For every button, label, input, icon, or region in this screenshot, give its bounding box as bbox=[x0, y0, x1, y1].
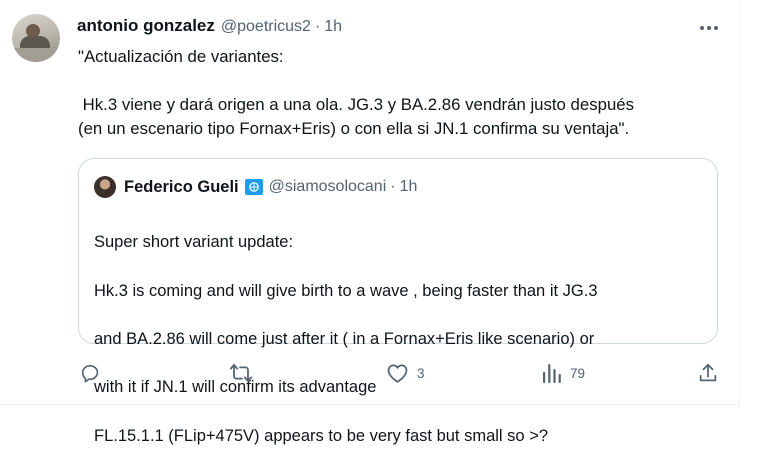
heart-icon bbox=[386, 362, 409, 384]
tweet-text: "Actualización de variantes: Hk.3 viene … bbox=[78, 47, 634, 138]
like-button[interactable]: 3 bbox=[386, 360, 425, 386]
author-name[interactable]: antonio gonzalez bbox=[77, 16, 215, 36]
header-separator: · bbox=[314, 18, 321, 35]
quote-timestamp: 1h bbox=[399, 178, 418, 195]
quote-avatar[interactable] bbox=[94, 176, 116, 198]
tweet-timestamp[interactable]: 1h bbox=[324, 18, 342, 36]
reply-icon bbox=[79, 362, 101, 384]
quote-line: Hk.3 is coming and will give birth to a … bbox=[94, 281, 598, 300]
avatar[interactable] bbox=[12, 14, 60, 62]
quote-author-handle: @siamosolocani bbox=[268, 178, 387, 195]
more-dots-icon bbox=[700, 26, 718, 30]
views-count: 79 bbox=[570, 365, 586, 381]
more-options-icon[interactable] bbox=[695, 18, 723, 38]
views-icon bbox=[542, 362, 562, 384]
tweet-actions: 3 79 bbox=[77, 360, 727, 386]
retweet-button[interactable] bbox=[229, 360, 261, 386]
reply-button[interactable] bbox=[79, 360, 109, 386]
like-count: 3 bbox=[417, 365, 425, 381]
share-icon bbox=[697, 362, 719, 384]
views-button[interactable]: 79 bbox=[542, 360, 585, 386]
retweet-icon bbox=[229, 362, 253, 384]
quote-line: and BA.2.86 will come just after it ( in… bbox=[94, 330, 595, 349]
quote-line: Super short variant update: bbox=[94, 233, 294, 252]
author-handle[interactable]: @poetricus2 bbox=[221, 18, 311, 36]
quote-text: Super short variant update: Hk.3 is comi… bbox=[94, 206, 709, 472]
share-button[interactable] bbox=[697, 360, 727, 386]
un-flag-icon bbox=[244, 178, 263, 196]
tweet-header: antonio gonzalez @poetricus2 · 1h bbox=[77, 16, 342, 38]
quote-author-name: Federico Gueli bbox=[124, 177, 239, 196]
column-divider bbox=[739, 0, 740, 408]
quoted-tweet[interactable]: Federico Gueli @siamosolocani · 1h Super… bbox=[78, 158, 718, 445]
avatar-ground bbox=[12, 48, 60, 62]
quote-header: Federico Gueli @siamosolocani · 1h bbox=[124, 176, 417, 198]
quote-header-separator: · bbox=[390, 178, 396, 195]
quote-line: FL.15.1.1 (FLip+475V) appears to be very… bbox=[94, 426, 548, 445]
